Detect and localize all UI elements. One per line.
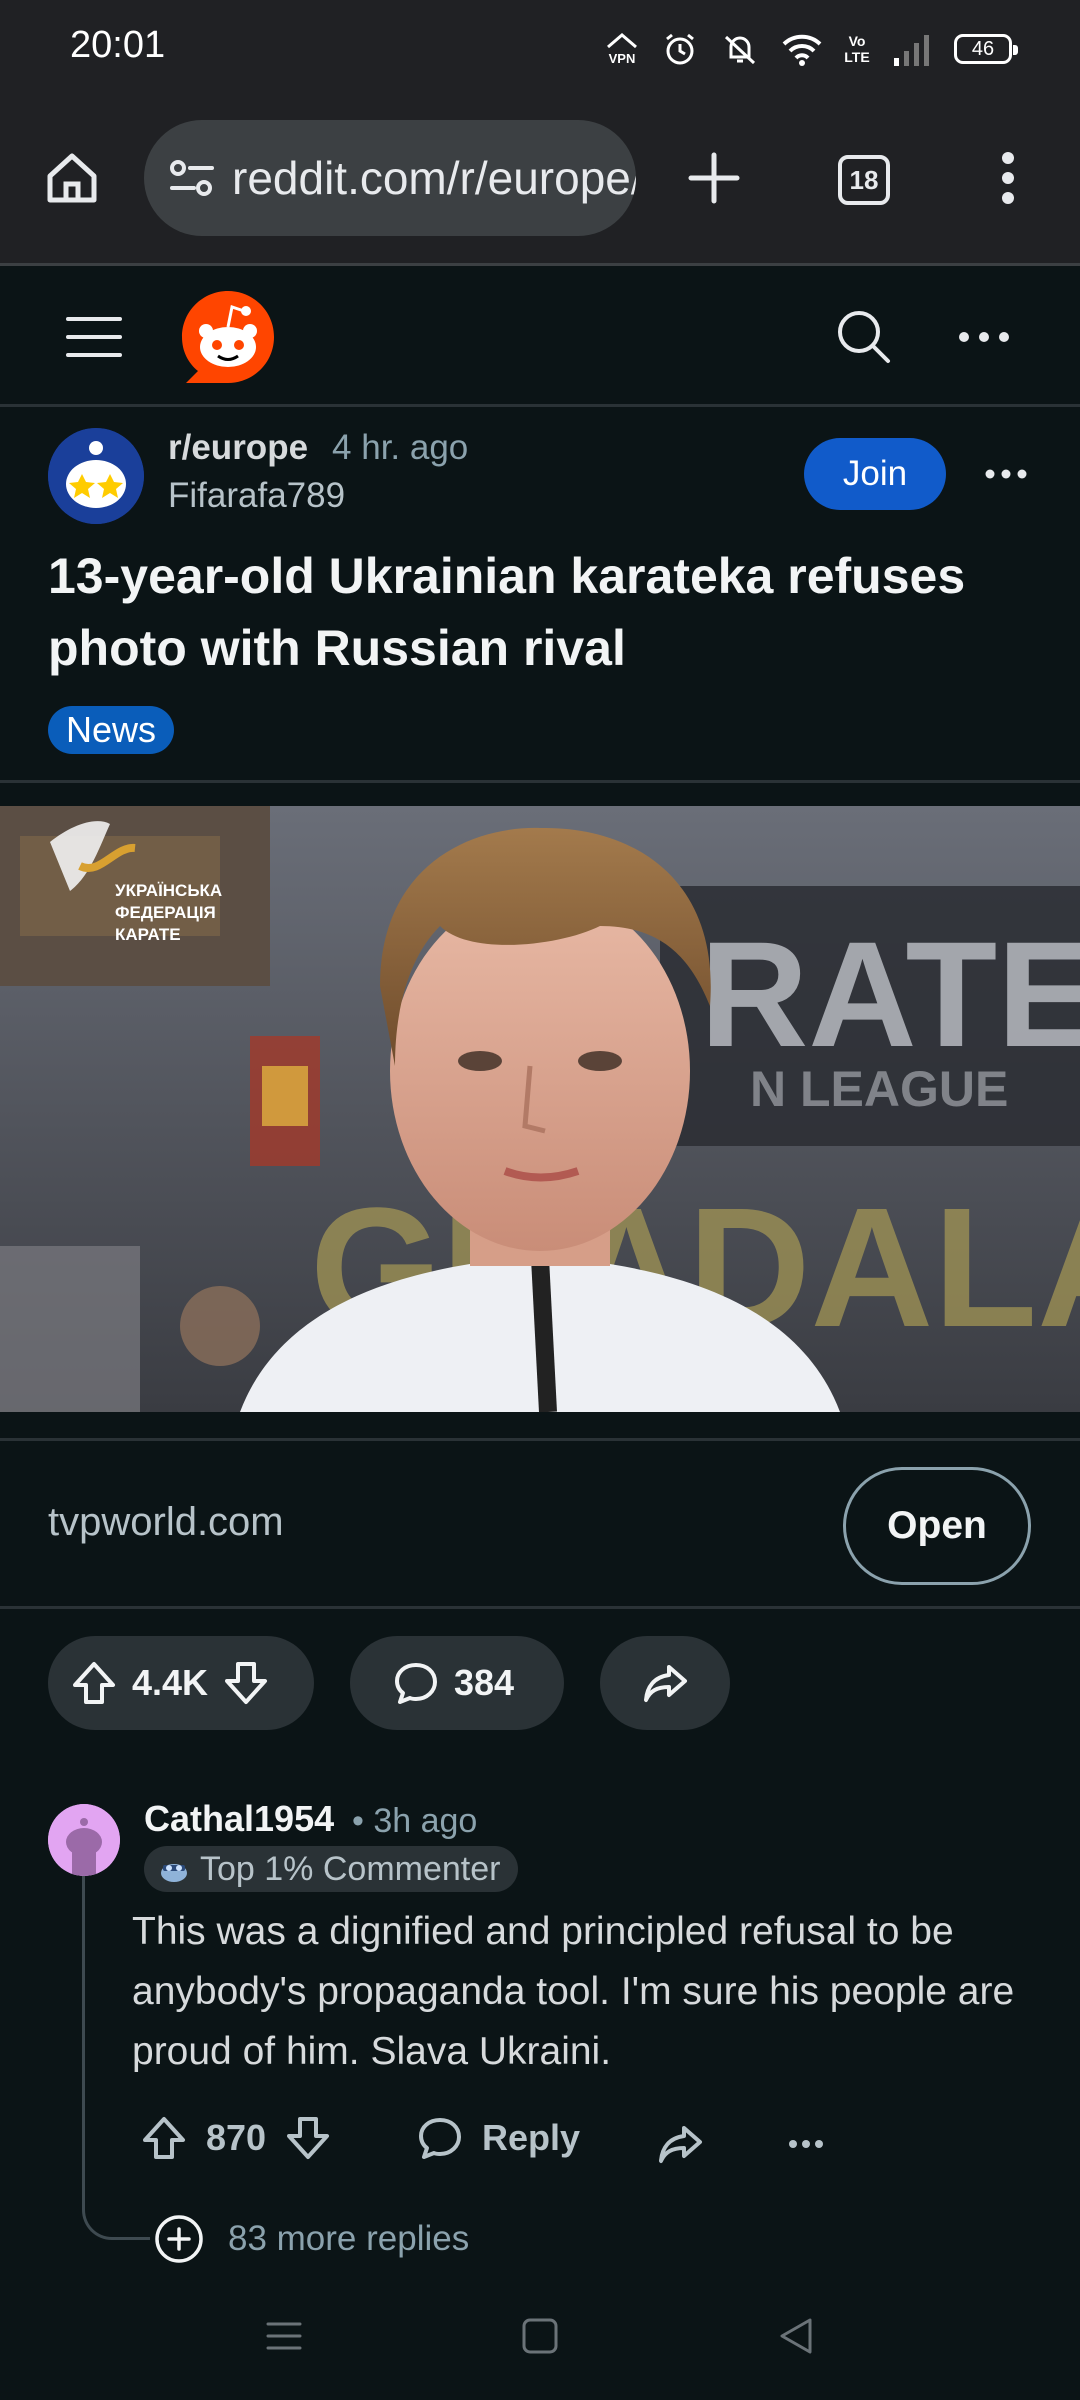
- recents-menu-icon[interactable]: [264, 2316, 304, 2356]
- status-icons: VPN Vo LTE 46: [604, 28, 1018, 70]
- comment-count: 384: [454, 1662, 515, 1703]
- image-watermark-line3: КАРАТЕ: [115, 925, 181, 944]
- post-flair[interactable]: News: [48, 706, 175, 754]
- divider: [0, 1606, 1080, 1609]
- home-icon: [47, 153, 97, 203]
- snoo-avatar-icon: [48, 1804, 120, 1876]
- photo-karateka: RATE N LEAGUE GUADALAJARA 20 УКРАЇНСЬКА …: [0, 806, 1080, 1412]
- image-watermark-line1: УКРАЇНСЬКА: [115, 881, 222, 900]
- more-horizontal-icon: [959, 332, 1009, 342]
- more-horizontal-icon: [985, 469, 1027, 479]
- kebab-menu-icon: [1002, 152, 1014, 204]
- post-more-button[interactable]: [982, 458, 1030, 490]
- reddit-header: [0, 269, 1080, 407]
- plus-icon: [688, 152, 740, 204]
- system-nav-bar: [0, 2288, 1080, 2400]
- url-text: reddit.com/r/europe/comments: [232, 152, 636, 204]
- divider: [0, 780, 1080, 783]
- comment-icon: [395, 1663, 437, 1704]
- comment-vote-bar: 870: [140, 2114, 332, 2162]
- downvote-icon[interactable]: [284, 2114, 332, 2162]
- svg-text:RATE: RATE: [700, 910, 1080, 1078]
- commenter-badge: Top 1% Commenter: [144, 1846, 519, 1892]
- reply-label: Reply: [482, 2117, 581, 2158]
- comment-icon: [419, 2118, 461, 2159]
- vote-count: 4.4K: [132, 1662, 209, 1703]
- tab-count: 18: [838, 155, 890, 205]
- reply-button[interactable]: Reply: [416, 2114, 580, 2162]
- back-nav-icon[interactable]: [776, 2316, 816, 2356]
- alarm-icon: [666, 33, 694, 65]
- commenter-badge-label: Top 1% Commenter: [200, 1849, 501, 1888]
- post-image[interactable]: RATE N LEAGUE GUADALAJARA 20 УКРАЇНСЬКА …: [0, 806, 1080, 1412]
- reddit-snoo-icon: [182, 291, 274, 383]
- vote-bar: 4.4K: [48, 1636, 314, 1730]
- link-domain[interactable]: tvpworld.com: [48, 1500, 284, 1545]
- post-title[interactable]: 13-year-old Ukrainian karateka refuses p…: [48, 540, 1038, 684]
- wifi-icon: [782, 34, 822, 66]
- more-replies-label: 83 more replies: [228, 2219, 470, 2258]
- commenter-avatar[interactable]: [48, 1804, 120, 1876]
- share-button[interactable]: [600, 1636, 730, 1730]
- post-meta: r/europe 4 hr. ago: [168, 428, 468, 468]
- status-bar: 20:01 VPN Vo LTE 46: [0, 0, 1080, 96]
- upvote-icon[interactable]: [140, 2114, 188, 2162]
- comments-button[interactable]: 384: [350, 1636, 564, 1730]
- vpn-icon: VPN: [607, 33, 637, 66]
- share-icon[interactable]: [656, 2120, 704, 2168]
- svg-text:N LEAGUE: N LEAGUE: [750, 1061, 1008, 1117]
- svg-text:Vo: Vo: [849, 33, 866, 49]
- home-nav-icon[interactable]: [520, 2316, 560, 2356]
- comment-body: This was a dignified and principled refu…: [132, 1910, 1015, 2073]
- hamburger-menu-button[interactable]: [64, 309, 124, 365]
- home-button[interactable]: [40, 146, 104, 210]
- subreddit-name[interactable]: r/europe: [168, 428, 308, 468]
- share-icon: [644, 1665, 687, 1702]
- downvote-icon[interactable]: [222, 1659, 270, 1707]
- reddit-logo[interactable]: [178, 287, 278, 387]
- more-horizontal-icon[interactable]: [788, 2139, 824, 2149]
- post-author[interactable]: Fifarafa789: [168, 476, 345, 516]
- hamburger-icon: [66, 317, 122, 357]
- divider: [0, 1438, 1080, 1441]
- browser-toolbar: reddit.com/r/europe/comments 18: [0, 96, 1080, 266]
- image-watermark-line2: ФЕДЕРАЦІЯ: [115, 903, 216, 922]
- signal-icon: [894, 35, 929, 66]
- upvote-icon[interactable]: [70, 1659, 118, 1707]
- site-settings-icon[interactable]: [166, 152, 218, 204]
- snoo-star-eyes-icon: [48, 428, 144, 524]
- battery-icon: 46: [954, 34, 1018, 64]
- header-more-button[interactable]: [956, 317, 1012, 357]
- subreddit-avatar[interactable]: [48, 428, 144, 524]
- top-commenter-icon: [161, 1864, 187, 1882]
- search-icon: [838, 311, 890, 363]
- status-time: 20:01: [70, 24, 166, 66]
- plus-circle-icon: [155, 2215, 203, 2263]
- join-button[interactable]: Join: [804, 438, 946, 510]
- comment-vote-count: 870: [206, 2117, 267, 2158]
- svg-text:LTE: LTE: [844, 49, 869, 65]
- open-link-button[interactable]: Open: [843, 1467, 1031, 1585]
- more-replies-button[interactable]: 83 more replies: [154, 2214, 469, 2264]
- comment-username[interactable]: Cathal1954: [144, 1798, 334, 1840]
- browser-menu-button[interactable]: [984, 144, 1032, 212]
- post-time: 4 hr. ago: [332, 428, 469, 467]
- tab-switcher-button[interactable]: 18: [836, 152, 892, 208]
- svg-text:VPN: VPN: [609, 51, 636, 66]
- mute-icon: [724, 35, 756, 65]
- volte-icon: VoLTE: [844, 33, 869, 65]
- new-tab-button[interactable]: [684, 148, 744, 208]
- search-button[interactable]: [832, 305, 896, 369]
- address-bar[interactable]: reddit.com/r/europe/comments: [144, 120, 636, 236]
- comment-time: • 3h ago: [352, 1802, 478, 1840]
